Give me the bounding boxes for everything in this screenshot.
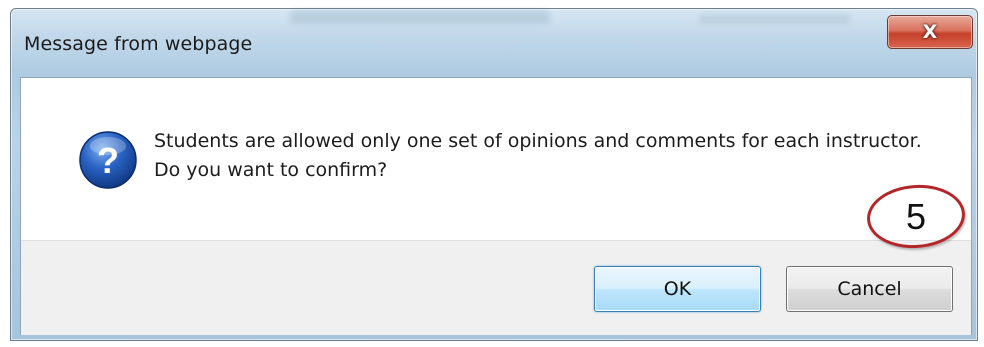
- question-icon: ?: [79, 131, 137, 189]
- dialog-message: Students are allowed only one set of opi…: [154, 130, 922, 181]
- background-blur-2: [700, 14, 850, 24]
- ok-button[interactable]: OK: [594, 266, 761, 312]
- background-blur: [290, 10, 550, 24]
- annotation-number: 5: [905, 195, 927, 237]
- close-button[interactable]: X: [887, 15, 973, 49]
- svg-text:?: ?: [97, 140, 119, 181]
- close-icon: X: [922, 21, 938, 43]
- cancel-button[interactable]: Cancel: [786, 266, 953, 312]
- dialog-title: Message from webpage: [24, 33, 253, 55]
